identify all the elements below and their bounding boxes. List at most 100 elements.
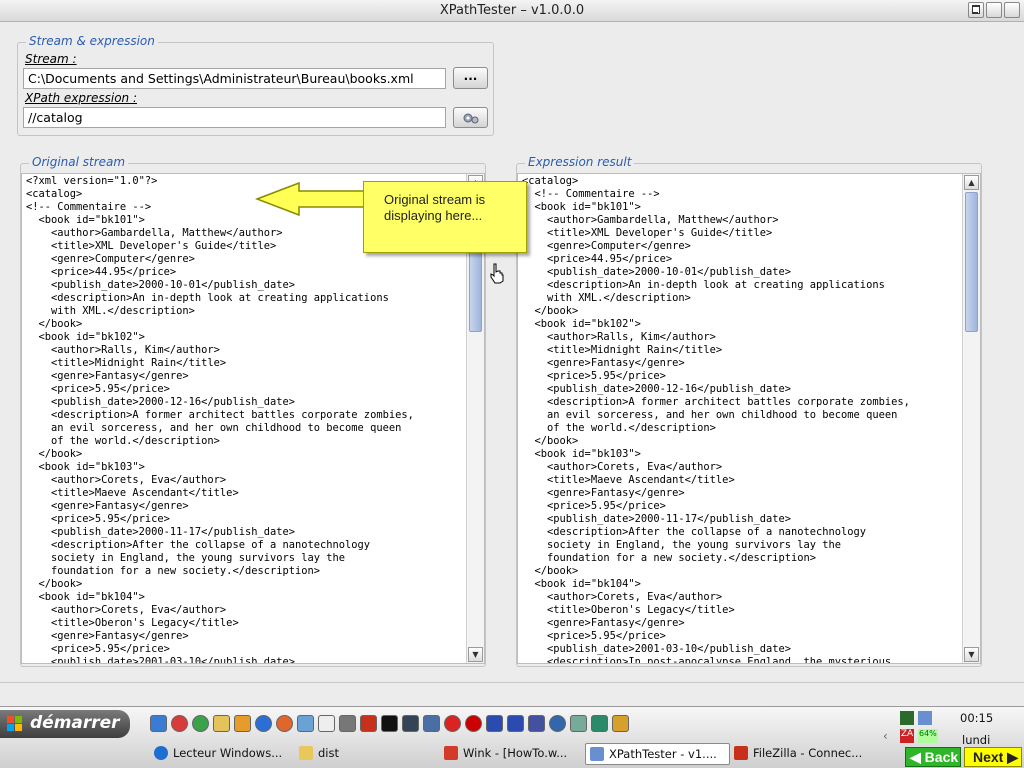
scroll-thumb[interactable]	[965, 192, 978, 332]
code-line: <genre>Fantasy</genre>	[26, 630, 189, 642]
code-line: <description>An in-depth look at creatin…	[522, 279, 885, 291]
code-line: <author>Ralls, Kim</author>	[26, 344, 220, 356]
evaluate-button[interactable]	[453, 107, 488, 128]
email-icon[interactable]	[318, 715, 335, 732]
quick-launch-icon[interactable]	[402, 715, 419, 732]
quick-launch-icon[interactable]	[150, 715, 167, 732]
minimize-icon[interactable]	[968, 2, 984, 18]
quick-launch-icon[interactable]	[171, 715, 188, 732]
zonealarm-icon[interactable]: ZA	[900, 729, 914, 743]
code-line: <publish_date>2001-03-10</publish_date>	[26, 656, 295, 664]
stream-expression-legend: Stream & expression	[26, 34, 158, 48]
next-arrow-icon: ▶	[1007, 749, 1019, 765]
code-line: <publish_date>2000-12-16</publish_date>	[26, 396, 295, 408]
code-line: <book id="bk103">	[26, 461, 145, 473]
quick-launch-icon[interactable]	[339, 715, 356, 732]
code-line: <book id="bk104">	[26, 591, 145, 603]
quick-launch-icon[interactable]	[528, 715, 545, 732]
back-button[interactable]: ◀ Back	[905, 747, 961, 767]
close-icon[interactable]	[1004, 2, 1020, 18]
task-button[interactable]: dist	[295, 743, 440, 765]
code-line: <!-- Commentaire -->	[522, 188, 660, 200]
code-line: of the world.</description>	[26, 435, 220, 447]
code-line: </book>	[522, 305, 579, 317]
quick-launch-icon[interactable]	[444, 715, 461, 732]
quick-launch-icon[interactable]	[234, 715, 251, 732]
code-line: with XML.</description>	[522, 292, 691, 304]
code-line: <title>Maeve Ascendant</title>	[26, 487, 239, 499]
code-line: <author>Gambardella, Matthew</author>	[26, 227, 283, 239]
taskbar: démarrer Lecteur Windows... dist Wink - …	[0, 706, 1024, 768]
quick-launch-icon[interactable]	[192, 715, 209, 732]
quick-launch-icon[interactable]	[423, 715, 440, 732]
quick-launch-icon[interactable]	[486, 715, 503, 732]
expression-result-pane[interactable]: <catalog> <!-- Commentaire --> <book id=…	[517, 173, 981, 664]
code-line: <publish_date>2001-03-10</publish_date>	[522, 643, 791, 655]
original-stream-legend: Original stream	[29, 155, 129, 169]
tray-expand-icon[interactable]: ‹	[883, 729, 888, 743]
quick-launch-icon[interactable]	[570, 715, 587, 732]
tray-icon[interactable]	[900, 711, 914, 725]
code-line: <description>In post-apocalypse England,…	[522, 656, 892, 664]
quick-launch-icon[interactable]	[465, 715, 482, 732]
network-icon[interactable]	[918, 711, 932, 725]
windows-flag-icon	[7, 716, 22, 731]
code-line: </book>	[522, 565, 579, 577]
firefox-icon[interactable]	[276, 715, 293, 732]
window-title: XPathTester – v1.0.0.0	[439, 3, 585, 18]
code-line: <price>5.95</price>	[522, 500, 666, 512]
result-scrollbar[interactable]: ▲ ▼	[962, 174, 980, 663]
code-line: <title>Maeve Ascendant</title>	[522, 474, 735, 486]
code-line: <publish_date>2000-10-01</publish_date>	[522, 266, 791, 278]
code-line: <title>XML Developer's Guide</title>	[26, 240, 277, 252]
status-bar	[0, 682, 1024, 706]
task-button[interactable]: FileZilla - Connec...	[730, 743, 875, 765]
scroll-up-icon[interactable]: ▲	[964, 175, 979, 190]
code-line: <price>5.95</price>	[26, 643, 170, 655]
quick-launch-icon[interactable]	[612, 715, 629, 732]
media-player-icon	[154, 746, 168, 760]
quick-launch-icon[interactable]	[591, 715, 608, 732]
start-button[interactable]: démarrer	[0, 710, 130, 738]
task-button-active[interactable]: XPathTester - v1....	[585, 743, 730, 765]
code-line: <price>5.95</price>	[522, 630, 666, 642]
browse-button[interactable]: ...	[453, 67, 488, 89]
xpath-expression-input[interactable]: //catalog	[23, 107, 446, 128]
scroll-down-icon[interactable]: ▼	[468, 647, 483, 662]
app-window-icon	[590, 747, 604, 761]
code-line: <title>Midnight Rain</title>	[522, 344, 723, 356]
quick-launch-icon[interactable]	[297, 715, 314, 732]
stream-path-input[interactable]: C:\Documents and Settings\Administrateur…	[23, 68, 446, 89]
stream-label: Stream :	[25, 52, 77, 66]
code-line: <author>Corets, Eva</author>	[522, 461, 723, 473]
browser-icon[interactable]	[255, 715, 272, 732]
expression-result-legend: Expression result	[525, 155, 635, 169]
task-button[interactable]: Wink - [HowTo.w...	[440, 743, 585, 765]
code-line: <description>After the collapse of a nan…	[26, 539, 371, 551]
code-line: <title>Oberon's Legacy</title>	[522, 604, 735, 616]
task-label: Wink - [HowTo.w...	[463, 746, 568, 760]
expression-result-text: <catalog> <!-- Commentaire --> <book id=…	[522, 175, 910, 664]
maximize-icon[interactable]	[986, 2, 1002, 18]
folder-icon[interactable]	[213, 715, 230, 732]
code-line: <genre>Fantasy</genre>	[522, 487, 685, 499]
quick-launch-icon[interactable]	[549, 715, 566, 732]
code-line: <description>After the collapse of a nan…	[522, 526, 867, 538]
task-button[interactable]: Lecteur Windows...	[150, 743, 295, 765]
callout-arrow-icon	[255, 181, 366, 217]
quick-launch-icon[interactable]	[507, 715, 524, 732]
code-line: <genre>Fantasy</genre>	[26, 500, 189, 512]
app-client-area: Stream & expression Stream : C:\Document…	[0, 22, 1024, 682]
next-button[interactable]: Next ▶	[964, 747, 1022, 767]
filezilla-icon[interactable]	[360, 715, 377, 732]
code-line: <genre>Fantasy</genre>	[26, 370, 189, 382]
code-line: foundation for a new society.</descripti…	[26, 565, 321, 577]
code-line: <publish_date>2000-12-16</publish_date>	[522, 383, 791, 395]
code-line: society in England, the young survivors …	[522, 539, 842, 551]
task-label: dist	[318, 746, 339, 760]
console-icon[interactable]	[381, 715, 398, 732]
task-label: XPathTester - v1....	[609, 747, 717, 761]
scroll-down-icon[interactable]: ▼	[964, 647, 979, 662]
code-line: <book id="bk104">	[522, 578, 641, 590]
code-line: <title>Oberon's Legacy</title>	[26, 617, 239, 629]
